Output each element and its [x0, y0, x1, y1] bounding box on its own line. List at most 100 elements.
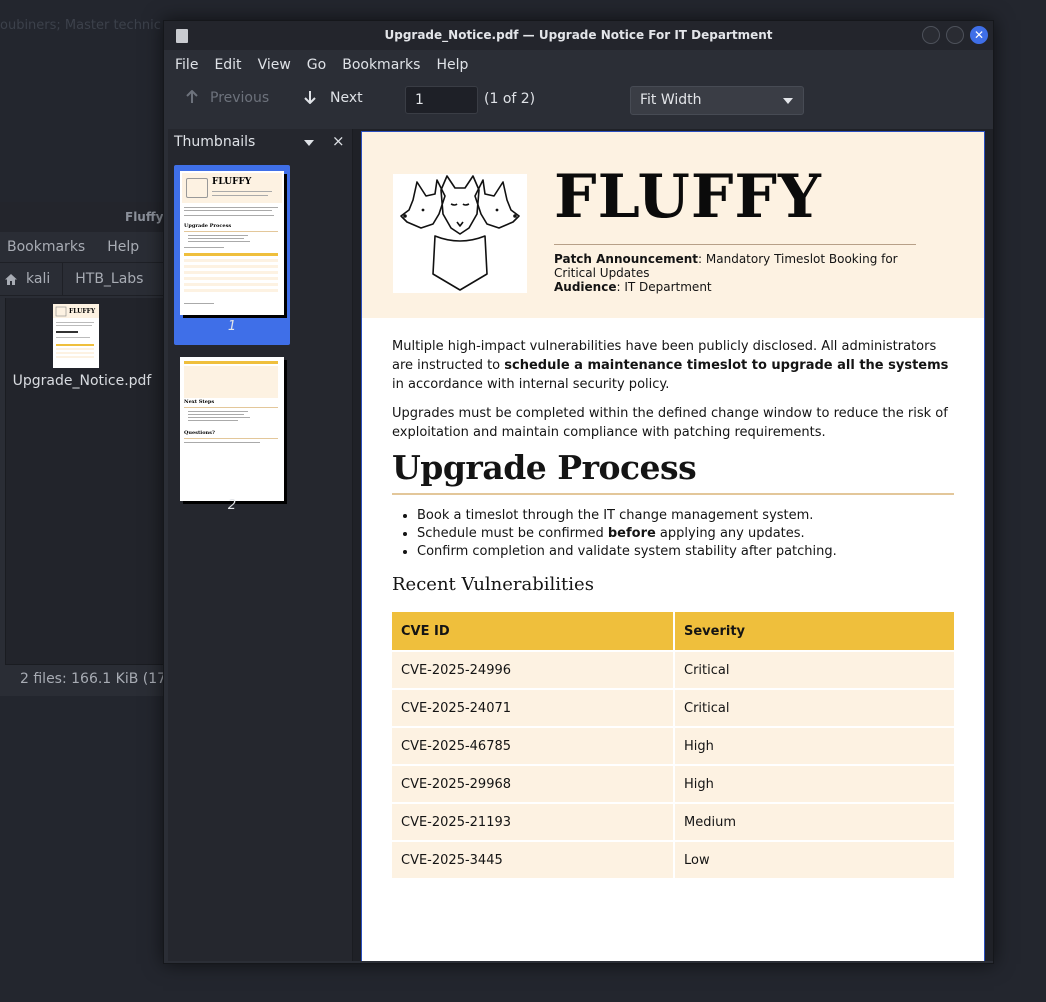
thumbnail-page-2[interactable]: Next Steps Questions? 2 [174, 351, 290, 531]
intro-emphasis: schedule a maintenance timeslot to upgra… [504, 358, 949, 373]
path-crumb-kali[interactable]: kali [0, 263, 64, 295]
thumbnail-heading: Questions? [184, 430, 215, 436]
zoom-select[interactable]: Fit Width [630, 86, 804, 115]
page-number-input[interactable]: 1 [405, 86, 478, 114]
list-item: Book a timeslot through the IT change ma… [417, 507, 954, 525]
table-row: CVE-2025-3445 Low [392, 842, 954, 878]
path-crumb-htb-labs[interactable]: HTB_Labs [63, 271, 155, 287]
severity-cell: High [675, 728, 954, 764]
table-row: CVE-2025-21193 Medium [392, 804, 954, 840]
zoom-value: Fit Width [640, 92, 702, 108]
previous-button[interactable]: Previous [186, 90, 269, 106]
titlebar[interactable]: Upgrade_Notice.pdf — Upgrade Notice For … [164, 21, 993, 50]
step-text: Schedule must be confirmed [417, 526, 608, 541]
column-header-severity: Severity [675, 612, 954, 650]
menu-file[interactable]: File [175, 57, 198, 73]
cve-id-cell: CVE-2025-46785 [392, 728, 673, 764]
document-viewer[interactable]: FLUFFY Patch Announcement: Mandatory Tim… [353, 129, 993, 961]
severity-cell: Low [675, 842, 954, 878]
pdf-viewer-window: Upgrade_Notice.pdf — Upgrade Notice For … [163, 20, 994, 964]
patch-label: Patch Announcement [554, 252, 699, 266]
menu-help[interactable]: Help [436, 57, 468, 73]
severity-cell: High [675, 766, 954, 802]
toolbar: Previous Next 1 (1 of 2) Fit Width [164, 79, 993, 119]
table-row: CVE-2025-24996 Critical [392, 652, 954, 688]
cve-id-cell: CVE-2025-21193 [392, 804, 673, 840]
menu-go[interactable]: Go [307, 57, 326, 73]
chevron-down-icon [783, 98, 793, 104]
maximize-button[interactable] [946, 26, 964, 44]
file-manager-menubar: Bookmarks Help [0, 232, 169, 262]
upgrade-process-heading: Upgrade Process [392, 448, 697, 487]
thumbnail-brand: FLUFFY [212, 177, 252, 187]
fm-menu-bookmarks[interactable]: Bookmarks [7, 239, 85, 255]
desktop-background-text: oubiners; Master technic [0, 18, 161, 33]
header-divider [554, 244, 916, 245]
cve-id-cell: CVE-2025-24996 [392, 652, 673, 688]
sidebar-header: Thumbnails × [168, 129, 352, 155]
compliance-paragraph: Upgrades must be completed within the de… [392, 406, 948, 440]
heading-divider [392, 493, 954, 495]
severity-cell: Critical [675, 652, 954, 688]
severity-cell: Medium [675, 804, 954, 840]
close-icon: ✕ [973, 28, 985, 42]
next-button[interactable]: Next [304, 90, 363, 106]
pdf-file-icon[interactable]: FLUFFY [53, 304, 99, 368]
intro-text-end: in accordance with internal security pol… [392, 377, 670, 392]
thumbnail-number: 1 [227, 319, 237, 334]
table-row: CVE-2025-46785 High [392, 728, 954, 764]
sidebar-dropdown-icon[interactable] [304, 140, 314, 146]
logo-icon [186, 178, 208, 198]
cve-id-cell: CVE-2025-29968 [392, 766, 673, 802]
thumbnail-heading: Next Steps [184, 399, 215, 405]
thumbnail-image: FLUFFY Upgrade Process [180, 171, 284, 315]
arrow-down-icon [304, 91, 316, 104]
file-name-label[interactable]: Upgrade_Notice.pdf [12, 372, 152, 390]
thumbnails-sidebar: Thumbnails × FLUFFY Upgrade Process 1 Ne… [168, 129, 353, 961]
next-label: Next [330, 90, 363, 106]
file-view: FLUFFY Upgrade_Notice.pdf [5, 298, 165, 664]
thumbnail-image: Next Steps Questions? [180, 357, 284, 501]
home-icon [5, 273, 17, 285]
file-manager-window: Fluffy - Bookmarks Help kali HTB_Labs FL… [0, 202, 170, 696]
minimize-button[interactable] [922, 26, 940, 44]
sidebar-close-icon[interactable]: × [332, 132, 345, 150]
file-manager-pathbar: kali HTB_Labs [0, 262, 169, 296]
document-body: Multiple high-impact vulnerabilities hav… [362, 318, 984, 880]
vulnerabilities-table: CVE ID Severity CVE-2025-24996 Critical C… [390, 610, 956, 880]
path-crumb-label: kali [26, 271, 51, 287]
cve-id-cell: CVE-2025-24071 [392, 690, 673, 726]
pdf-page: FLUFFY Patch Announcement: Mandatory Tim… [361, 131, 985, 961]
close-button[interactable]: ✕ [970, 26, 988, 44]
list-item: Confirm completion and validate system s… [417, 543, 954, 561]
menubar: File Edit View Go Bookmarks Help [164, 50, 993, 79]
window-title: Upgrade_Notice.pdf — Upgrade Notice For … [384, 28, 773, 42]
severity-cell: Critical [675, 690, 954, 726]
step-emphasis: before [607, 526, 656, 541]
thumbnail-heading: Upgrade Process [184, 223, 232, 229]
cve-id-cell: CVE-2025-3445 [392, 842, 673, 878]
menu-view[interactable]: View [258, 57, 291, 73]
vulnerabilities-heading: Recent Vulnerabilities [392, 574, 594, 595]
table-row: CVE-2025-24071 Critical [392, 690, 954, 726]
arrow-up-icon [186, 90, 198, 103]
sidebar-title: Thumbnails [174, 134, 256, 150]
intro-paragraph: Multiple high-impact vulnerabilities hav… [392, 337, 954, 394]
brand-title: FLUFFY [554, 162, 822, 232]
table-header-row: CVE ID Severity [392, 612, 954, 650]
step-text-end: applying any updates. [655, 526, 805, 541]
cerberus-logo-icon [393, 174, 527, 293]
column-header-cve: CVE ID [392, 612, 673, 650]
thumbnail-page-1[interactable]: FLUFFY Upgrade Process 1 [174, 165, 290, 345]
list-item: Schedule must be confirmed before applyi… [417, 525, 954, 543]
menu-edit[interactable]: Edit [214, 57, 241, 73]
file-manager-title: Fluffy - [0, 202, 169, 232]
previous-label: Previous [210, 90, 270, 106]
menu-bookmarks[interactable]: Bookmarks [342, 57, 420, 73]
fm-menu-help[interactable]: Help [107, 239, 139, 255]
thumbnail-number: 2 [227, 498, 237, 513]
document-meta: Patch Announcement: Mandatory Timeslot B… [554, 252, 914, 294]
audience-label: Audience [554, 280, 617, 294]
file-manager-status: 2 files: 166.1 KiB (170,0 [5, 664, 165, 696]
table-row: CVE-2025-29968 High [392, 766, 954, 802]
